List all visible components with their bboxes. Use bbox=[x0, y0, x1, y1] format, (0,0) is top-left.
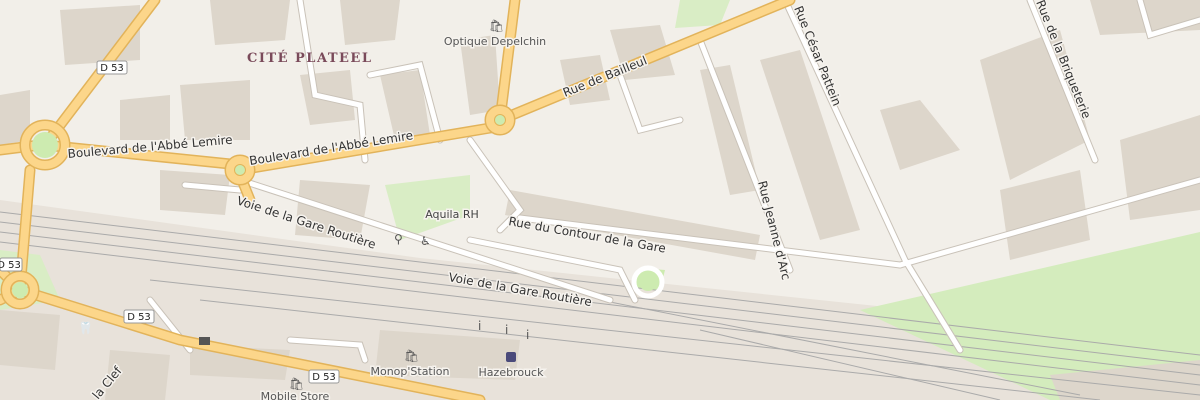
map-view[interactable]: Rue de Bailleul Rue César Pattein Rue de… bbox=[0, 0, 1200, 400]
road-shield[interactable]: D 53 bbox=[0, 257, 23, 272]
train-icon bbox=[506, 352, 516, 362]
svg-text:Mobile Store: Mobile Store bbox=[261, 390, 330, 400]
shop-icon: 🛍 bbox=[489, 19, 504, 33]
map-canvas[interactable]: Rue de Bailleul Rue César Pattein Rue de… bbox=[0, 0, 1200, 400]
svg-text:Optique Depelchin: Optique Depelchin bbox=[444, 35, 546, 48]
shop-icon: 🛍 bbox=[404, 349, 419, 363]
svg-text:Monop'Station: Monop'Station bbox=[370, 365, 449, 378]
wheelchair-icon[interactable]: ♿ bbox=[420, 234, 431, 248]
road-shield[interactable]: D 53 bbox=[308, 369, 340, 384]
poi-optique[interactable]: 🛍 Optique Depelchin bbox=[442, 19, 547, 50]
shop-icon: 🛍 bbox=[289, 377, 304, 391]
svg-text:Aquila RH: Aquila RH bbox=[425, 208, 479, 221]
info-icon[interactable]: i bbox=[505, 323, 508, 337]
svg-text:D 53: D 53 bbox=[0, 260, 21, 271]
post-office-icon[interactable] bbox=[199, 337, 210, 345]
svg-text:D 53: D 53 bbox=[100, 63, 124, 74]
road-shield[interactable]: D 53 bbox=[123, 309, 155, 324]
svg-text:D 53: D 53 bbox=[127, 312, 151, 323]
district-label: CITÉ PLATEEL bbox=[247, 50, 372, 66]
info-icon[interactable]: i bbox=[526, 328, 529, 342]
info-icon[interactable]: i bbox=[478, 319, 481, 333]
svg-text:D 53: D 53 bbox=[312, 372, 336, 383]
road-shield[interactable]: D 53 bbox=[96, 60, 128, 75]
svg-text:Hazebrouck: Hazebrouck bbox=[479, 366, 545, 379]
label-rue-jeanne-darc: Rue Jeanne d'Arc bbox=[755, 179, 793, 281]
poi-aquila[interactable]: Aquila RH bbox=[424, 207, 481, 223]
bicycle-icon[interactable]: ⚲ bbox=[394, 232, 403, 246]
dentist-icon[interactable]: 🦷 bbox=[78, 321, 93, 335]
